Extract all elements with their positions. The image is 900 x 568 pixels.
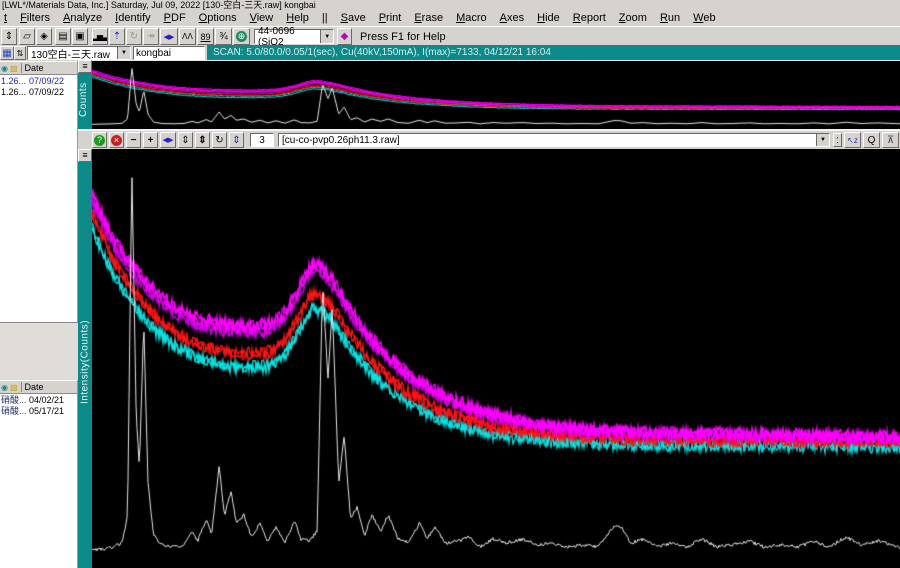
- date-column-header[interactable]: Date: [21, 382, 44, 392]
- axis-grip-handle[interactable]: ≡: [78, 60, 92, 73]
- menu-item-analyze[interactable]: Analyze: [63, 12, 102, 24]
- menu-item-run[interactable]: Run: [660, 12, 680, 24]
- print-icon[interactable]: ▤: [55, 28, 71, 45]
- menu-item-pdf[interactable]: PDF: [164, 12, 186, 24]
- overview-axis-strip: ≡ Counts: [78, 60, 92, 129]
- background-icon[interactable]: 89: [197, 28, 214, 45]
- file-row-item[interactable]: 1.26... 07/09/22: [0, 75, 77, 86]
- menu-item-zoom[interactable]: Zoom: [619, 12, 647, 24]
- preview-icon[interactable]: ◉: [0, 383, 8, 392]
- scan-info-banner: SCAN: 5.0/80.0/0.05/1(sec), Cu(40kV,150m…: [207, 45, 900, 61]
- zoom-out-button[interactable]: −: [126, 132, 141, 148]
- menu-item-edit[interactable]: t: [4, 12, 7, 24]
- file-row-item[interactable]: 1.26... 07/09/22: [0, 86, 77, 97]
- peak-edit-icon[interactable]: ⇡: [109, 28, 125, 45]
- main-chart-canvas[interactable]: [92, 149, 900, 568]
- web-globe-icon[interactable]: ⊕: [233, 28, 250, 45]
- overlay-toolbar: ? × − + ◀▶ ⇕ ⇕ ↻ ⇕ 3 [cu-co-pvp0.26ph11.…: [78, 131, 900, 149]
- phase-combo[interactable]: 44-0696 (SiO2 ▼: [254, 29, 334, 44]
- menu-bar: t Filters Analyze Identify PDF Options V…: [0, 10, 900, 26]
- save-icon[interactable]: ▣: [72, 28, 88, 45]
- menu-item-options[interactable]: Options: [199, 12, 237, 24]
- menu-item-help[interactable]: Help: [286, 12, 309, 24]
- menu-item-web[interactable]: Web: [693, 12, 715, 24]
- expand-icon[interactable]: ◀▶: [160, 28, 178, 45]
- file-spinner[interactable]: ⇅: [14, 46, 26, 60]
- menu-item-macro[interactable]: Macro: [456, 12, 487, 24]
- menu-item-erase[interactable]: Erase: [414, 12, 443, 24]
- thumbnail-icon[interactable]: ▦: [0, 46, 14, 60]
- chevron-down-icon[interactable]: ▼: [816, 134, 829, 146]
- scale-y-button[interactable]: ⇕: [195, 132, 210, 148]
- date-column-header[interactable]: Date: [21, 63, 44, 73]
- folder-icon[interactable]: ▨: [8, 383, 18, 392]
- left-collapsed-panel: [0, 322, 78, 380]
- menu-item-filters[interactable]: Filters: [20, 12, 50, 24]
- chevron-down-icon[interactable]: ▼: [320, 30, 333, 43]
- window-title: [LWL*/Materials Data, Inc.] Saturday, Ju…: [0, 0, 900, 10]
- cycle-button[interactable]: ↻: [212, 132, 227, 148]
- overview-chart-canvas[interactable]: [92, 60, 900, 130]
- close-button[interactable]: ×: [109, 132, 124, 148]
- main-axis-strip: ≡ Intensity(Counts): [78, 149, 92, 568]
- sn-ratio-icon[interactable]: ¾: [215, 28, 232, 45]
- preview-icon[interactable]: ◉: [0, 64, 8, 73]
- overlay-count-field[interactable]: 3: [250, 133, 274, 147]
- expand-y-button[interactable]: ⇕: [178, 132, 193, 148]
- file-list-top-header[interactable]: ◉ ▨ Date: [0, 61, 77, 75]
- sample-id-input[interactable]: [133, 46, 205, 60]
- folder-icon[interactable]: ▨: [8, 64, 18, 73]
- overlay-file-combo[interactable]: [cu-co-pvp0.26ph11.3.raw] ▼: [278, 133, 830, 147]
- open-folder-icon[interactable]: ▱: [19, 28, 35, 45]
- menu-item-view[interactable]: View: [250, 12, 274, 24]
- menu-separator: ||: [322, 12, 328, 24]
- file-list-bottom: ◉ ▨ Date 硝酸... 04/02/21 硝酸... 05/17/21: [0, 380, 78, 568]
- menu-item-print[interactable]: Print: [379, 12, 402, 24]
- refresh-icon[interactable]: ↻: [126, 28, 142, 45]
- zoom-in-button[interactable]: +: [143, 132, 158, 148]
- measure-icon[interactable]: ⊼: [882, 132, 899, 148]
- main-y-axis-label: Intensity(Counts): [78, 162, 92, 562]
- find-peaks-icon[interactable]: ΛΛ: [179, 28, 196, 45]
- help-button[interactable]: ?: [92, 132, 107, 148]
- chevron-down-icon[interactable]: ▼: [117, 47, 130, 59]
- menu-item-save[interactable]: Save: [341, 12, 366, 24]
- menu-item-hide[interactable]: Hide: [537, 12, 560, 24]
- file-row: ▦ ⇅ 130空白-三天.raw ▼ SCAN: 5.0/80.0/0.05/1…: [0, 45, 900, 61]
- file-list-top: ◉ ▨ Date 1.26... 07/09/22 1.26... 07/09/…: [0, 61, 78, 322]
- menu-item-report[interactable]: Report: [573, 12, 606, 24]
- file-row-item[interactable]: 硝酸... 05/17/21: [0, 405, 77, 416]
- spin-updown-icon[interactable]: ⇕: [1, 28, 17, 45]
- file-combo[interactable]: 130空白-三天.raw ▼: [27, 46, 131, 60]
- file-list-bottom-header[interactable]: ◉ ▨ Date: [0, 380, 77, 394]
- overlay-icon[interactable]: ◈: [36, 28, 52, 45]
- axis-grip-handle[interactable]: ≡: [78, 149, 92, 162]
- menu-item-identify[interactable]: Identify: [115, 12, 150, 24]
- status-help-text: Press F1 for Help: [360, 31, 446, 43]
- pointer-z-icon[interactable]: ↖z: [844, 132, 861, 148]
- forward-icon[interactable]: ↠: [143, 28, 159, 45]
- fit-y-button[interactable]: ⇕: [229, 132, 244, 148]
- spinner-buttons[interactable]: :: [833, 133, 842, 147]
- overview-y-axis-label: Counts: [78, 73, 92, 127]
- expand-x-button[interactable]: ◀▶: [160, 132, 176, 148]
- magnifier-icon[interactable]: Q: [863, 132, 880, 148]
- main-toolbar: ⇕ ▱ ◈ ▤ ▣ ▂▅▃ ⇡ ↻ ↠ ◀▶ ΛΛ 89 ¾ ⊕ 44-0696…: [0, 26, 900, 45]
- pattern-icon[interactable]: ▂▅▃: [92, 28, 108, 45]
- menu-item-axes[interactable]: Axes: [500, 12, 524, 24]
- phase-diamond-icon[interactable]: ◆: [337, 28, 352, 45]
